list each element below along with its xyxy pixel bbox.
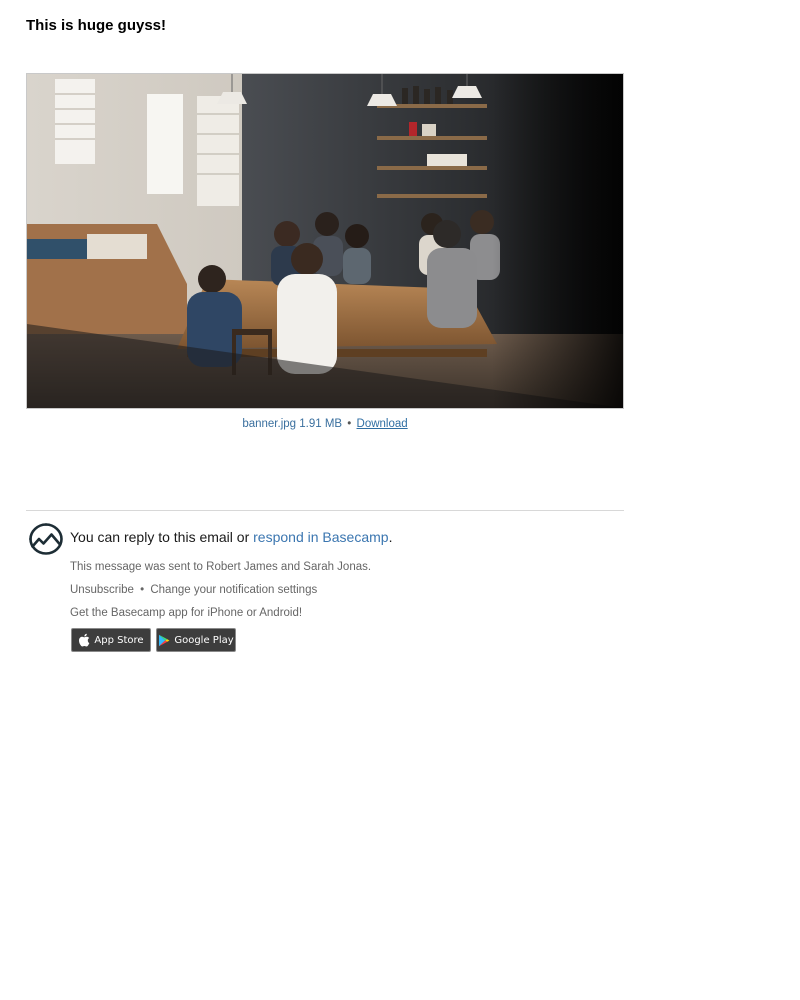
reply-instructions: You can reply to this email or respond i… (70, 528, 392, 546)
image-attachment: banner.jpg 1.91 MB • Download (26, 73, 624, 431)
app-store-button[interactable]: App Store (71, 628, 151, 652)
app-store-badges: App Store Google Play (71, 628, 236, 652)
attachment-size: 1.91 MB (299, 418, 343, 430)
download-link[interactable]: Download (357, 418, 408, 430)
footer-divider (26, 510, 624, 511)
google-play-button[interactable]: Google Play (156, 628, 236, 652)
attachment-filename: banner.jpg (242, 418, 297, 430)
google-play-icon (158, 634, 170, 647)
respond-in-basecamp-link[interactable]: respond in Basecamp (253, 529, 388, 545)
notification-settings-link[interactable]: Change your notification settings (150, 584, 317, 596)
links-separator: • (140, 584, 145, 596)
attachment-caption: banner.jpg 1.91 MB • Download (26, 417, 624, 431)
reply-suffix: . (388, 529, 393, 545)
google-play-label: Google Play (174, 634, 234, 646)
reply-prefix: You can reply to this email or (70, 529, 250, 545)
app-prompt: Get the Basecamp app for iPhone or Andro… (70, 607, 303, 619)
apple-icon (78, 633, 90, 647)
basecamp-logo-icon (28, 522, 64, 556)
unsubscribe-link[interactable]: Unsubscribe (70, 584, 134, 596)
app-store-label: App Store (94, 634, 144, 646)
subscription-links: Unsubscribe • Change your notification s… (70, 583, 317, 597)
message-headline: This is huge guyss! (26, 17, 167, 34)
caption-separator: • (347, 418, 352, 430)
banner-image[interactable] (26, 73, 624, 409)
recipients-note: This message was sent to Robert James an… (70, 561, 372, 573)
